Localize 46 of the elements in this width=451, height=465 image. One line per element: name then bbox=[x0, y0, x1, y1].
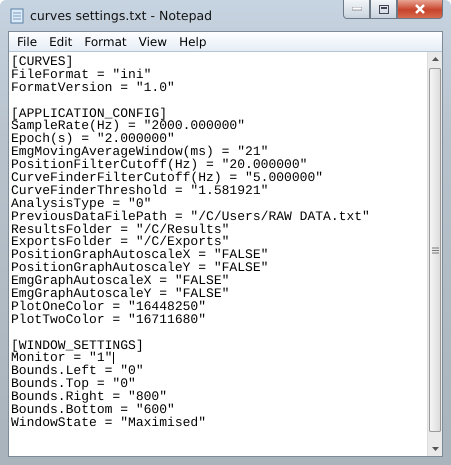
text-line: Bounds.Bottom = "600" bbox=[11, 403, 175, 416]
close-button[interactable] bbox=[397, 0, 443, 19]
text-line: ExportsFolder = "/C/Exports" bbox=[11, 235, 230, 248]
text-line: EmgGraphAutoscaleX = "FALSE" bbox=[11, 274, 230, 288]
text-line: EmgMovingAverageWindow(ms) = "21" bbox=[11, 145, 268, 158]
grip-icon bbox=[432, 246, 438, 254]
text-line: AnalysisType = "0" bbox=[11, 196, 152, 210]
menu-item[interactable]: Format bbox=[78, 34, 133, 50]
text-line: FileFormat = "ini" bbox=[11, 68, 152, 81]
text-line: EmgGraphAutoscaleY = "FALSE" bbox=[11, 286, 230, 300]
text-line: CurveFinderThreshold = "1.581921" bbox=[11, 184, 268, 197]
text-line: PlotTwoColor = "16711680" bbox=[11, 312, 206, 326]
text-line: PositionGraphAutoscaleX = "FALSE" bbox=[11, 248, 268, 262]
minimize-icon bbox=[352, 7, 362, 11]
close-icon bbox=[414, 4, 426, 14]
text-line: PreviousDataFilePath = "/C/Users/RAW DATA.txt" bbox=[11, 210, 370, 223]
scroll-thumb[interactable] bbox=[429, 68, 441, 432]
text-line: ResultsFolder = "/C/Results" bbox=[11, 222, 230, 236]
text-line: CurveFinderFilterCutoff(Hz) = "5.000000" bbox=[11, 170, 324, 184]
text-caret bbox=[113, 352, 114, 364]
text-line: PositionGraphAutoscaleY = "FALSE" bbox=[11, 261, 268, 274]
minimize-button[interactable] bbox=[343, 0, 370, 19]
scrollbar[interactable] bbox=[427, 52, 442, 456]
maximize-button[interactable] bbox=[370, 0, 397, 19]
text-line: PlotOneColor = "16448250" bbox=[11, 300, 206, 313]
text-line: WindowState = "Maximised" bbox=[11, 416, 206, 429]
scroll-up-icon bbox=[432, 57, 438, 61]
notepad-icon bbox=[10, 8, 24, 24]
menu-item[interactable]: View bbox=[132, 34, 174, 50]
text-line: Bounds.Top = "0" bbox=[11, 377, 136, 390]
section-header: [WINDOW_SETTINGS] bbox=[11, 338, 144, 352]
text-line: Bounds.Right = "800" bbox=[11, 390, 168, 404]
section-header: [APPLICATION_CONFIG] bbox=[11, 106, 168, 120]
menu-item[interactable]: Edit bbox=[43, 34, 78, 50]
scroll-down-icon bbox=[432, 447, 438, 451]
text-line: Bounds.Left = "0" bbox=[11, 364, 144, 378]
text-line: Epoch(s) = "2.000000" bbox=[11, 132, 175, 146]
menu-item[interactable]: File bbox=[11, 34, 44, 50]
text-line: PositionFilterCutoff(Hz) = "20.000000" bbox=[11, 158, 308, 172]
text-line: SampleRate(Hz) = "2000.000000" bbox=[11, 119, 246, 132]
maximize-icon bbox=[378, 4, 388, 14]
window-title: curves settings.txt - Notepad bbox=[30, 8, 212, 23]
section-header: [CURVES] bbox=[11, 54, 74, 68]
menu-item[interactable]: Help bbox=[173, 34, 212, 50]
text-line: Monitor = "1" bbox=[11, 351, 112, 364]
text-line: FormatVersion = "1.0" bbox=[11, 80, 175, 94]
